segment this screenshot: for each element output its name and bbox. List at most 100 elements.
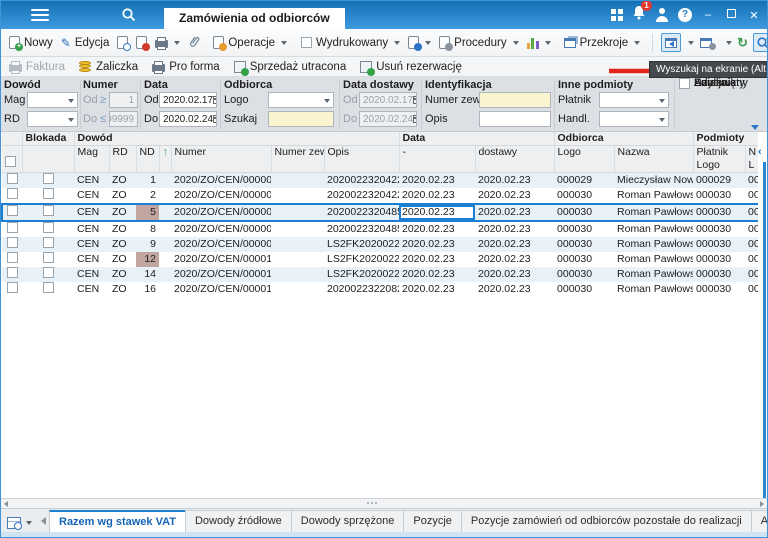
logo-cell[interactable]: 000029: [554, 172, 614, 188]
odbiorca-szukaj-input[interactable]: [268, 111, 334, 127]
row-checkbox[interactable]: [7, 205, 18, 216]
chevron-down-icon[interactable]: [688, 41, 694, 45]
numer-cell[interactable]: 2020/ZO/CEN/000014: [171, 267, 271, 282]
dostawy-cell[interactable]: 2020.02.23: [475, 188, 554, 204]
blokada-cell[interactable]: [22, 282, 74, 297]
platnik-logo-cell[interactable]: 000030: [693, 252, 745, 267]
rd-cell[interactable]: ZO: [109, 252, 136, 267]
numer-zew-cell[interactable]: [271, 267, 324, 282]
numer-cell[interactable]: 2020/ZO/CEN/000002: [171, 188, 271, 204]
rd-cell[interactable]: ZO: [109, 267, 136, 282]
nazwa-cell[interactable]: Roman Pawłowski: [614, 252, 693, 267]
scroll-right-icon[interactable]: [760, 501, 764, 507]
mag-cell[interactable]: CEN: [74, 282, 109, 297]
blokada-checkbox[interactable]: [43, 267, 54, 278]
calendar-icon[interactable]: [213, 115, 217, 123]
numer-zew-cell[interactable]: [271, 172, 324, 188]
horizontal-scrollbar[interactable]: [1, 498, 767, 508]
col-platnik[interactable]: Płatnik Logo: [693, 145, 745, 172]
nazwa-cell[interactable]: Roman Pawłowski: [614, 188, 693, 204]
help-icon[interactable]: ?: [678, 8, 692, 22]
row-select-cell[interactable]: [2, 267, 22, 282]
faktura-button[interactable]: Faktura: [7, 60, 67, 74]
sprzedaz-utracona-button[interactable]: Sprzedaż utracona: [232, 60, 349, 74]
opis-cell[interactable]: 20200223204227/: [324, 188, 399, 204]
numer-zew-input[interactable]: [479, 92, 551, 108]
numer-zew-cell[interactable]: [271, 252, 324, 267]
nd-cell[interactable]: 16: [136, 282, 159, 297]
maximize-button[interactable]: [724, 9, 738, 21]
table-row[interactable]: CEN ZO 9 2020/ZO/CEN/000009 LS2FK2020022…: [2, 237, 761, 252]
col-data[interactable]: -: [399, 145, 475, 172]
nd-cell[interactable]: 14: [136, 267, 159, 282]
numer-zew-cell[interactable]: [271, 188, 324, 204]
notifications-bell-icon[interactable]: 1: [632, 5, 646, 25]
printed-checkbox[interactable]: [301, 37, 312, 48]
logo-cell[interactable]: 000030: [554, 204, 614, 221]
col-numer-zew[interactable]: Numer zew.: [271, 145, 324, 172]
data-od-input[interactable]: 2020.02.17: [159, 92, 217, 108]
refresh-icon[interactable]: ↻: [737, 35, 748, 51]
nazwa-cell[interactable]: Roman Pawłowski: [614, 204, 693, 221]
col-dostawy[interactable]: dostawy: [475, 145, 554, 172]
platnik-logo-cell[interactable]: 000030: [693, 221, 745, 237]
bottom-tab[interactable]: Dowody sprzężone: [291, 510, 405, 532]
row-select-cell[interactable]: [2, 172, 22, 188]
logo-cell[interactable]: 000030: [554, 282, 614, 297]
mag-cell[interactable]: CEN: [74, 204, 109, 221]
numer-od-input[interactable]: 1: [109, 92, 138, 108]
table-row[interactable]: CEN ZO 8 2020/ZO/CEN/000008 202002232048…: [2, 221, 761, 237]
platnik-logo-cell[interactable]: 000030: [693, 188, 745, 204]
proforma-button[interactable]: Pro forma: [150, 60, 222, 74]
mag-cell[interactable]: CEN: [74, 188, 109, 204]
header-group-podmioty[interactable]: Podmioty: [693, 132, 761, 145]
col-opis[interactable]: Opis: [324, 145, 399, 172]
dostawy-cell[interactable]: 2020.02.23: [475, 252, 554, 267]
blokada-cell[interactable]: [22, 172, 74, 188]
numer-cell[interactable]: 2020/ZO/CEN/000008: [171, 221, 271, 237]
table-row[interactable]: CEN ZO 1 2020/ZO/CEN/000001 202002232042…: [2, 172, 761, 188]
nd-cell[interactable]: 2: [136, 188, 159, 204]
col-rd[interactable]: RD: [109, 145, 136, 172]
scrollbar-grip[interactable]: [367, 502, 377, 504]
row-checkbox[interactable]: [7, 188, 18, 199]
row-select-cell[interactable]: [2, 252, 22, 267]
dostawy-od-input[interactable]: 2020.02.17: [359, 92, 417, 108]
blokada-checkbox[interactable]: [43, 282, 54, 293]
bottom-tab[interactable]: Dowody źródłowe: [185, 510, 292, 532]
mag-cell[interactable]: CEN: [74, 267, 109, 282]
dostawy-cell[interactable]: 2020.02.23: [475, 267, 554, 282]
preview-button[interactable]: [113, 33, 132, 52]
header-group-data[interactable]: Data: [399, 132, 554, 145]
opis-input[interactable]: [479, 111, 551, 127]
numer-cell[interactable]: 2020/ZO/CEN/000012: [171, 252, 271, 267]
row-select-cell[interactable]: [2, 237, 22, 252]
rd-cell[interactable]: ZO: [109, 172, 136, 188]
numer-do-input[interactable]: 99999: [109, 111, 138, 127]
logo-cell[interactable]: 000030: [554, 237, 614, 252]
operations-dropdown[interactable]: Operacje: [209, 33, 291, 52]
select-all-checkbox[interactable]: [5, 156, 16, 167]
expand-filters-chevron-icon[interactable]: [751, 125, 759, 130]
data-cell[interactable]: 2020.02.23: [399, 188, 475, 204]
col-nazwa[interactable]: Nazwa: [614, 145, 693, 172]
data-cell[interactable]: 2020.02.23: [399, 237, 475, 252]
numer-cell[interactable]: 2020/ZO/CEN/000001: [171, 172, 271, 188]
logo-cell[interactable]: 000030: [554, 221, 614, 237]
table-row[interactable]: CEN ZO 2 2020/ZO/CEN/000002 202002232042…: [2, 188, 761, 204]
sections-dropdown[interactable]: Przekroje: [560, 34, 645, 52]
blokada-checkbox[interactable]: [43, 205, 54, 216]
rd-cell[interactable]: ZO: [109, 221, 136, 237]
nazwa-cell[interactable]: Mieczysław Nowako: [614, 172, 693, 188]
new-button[interactable]: + Nowy: [5, 33, 57, 52]
col-nd[interactable]: ND: [136, 145, 159, 172]
row-checkbox[interactable]: [7, 267, 18, 278]
bottom-tab[interactable]: Aktualna realizacja: [751, 510, 767, 532]
opis-cell[interactable]: 20200223204859/: [324, 204, 399, 221]
table-row[interactable]: CEN ZO 14 2020/ZO/CEN/000014 LS2FK202002…: [2, 267, 761, 282]
procedures-dropdown[interactable]: Procedury: [435, 33, 522, 52]
opis-cell[interactable]: LS2FK2020022321: [324, 252, 399, 267]
data-cell[interactable]: 2020.02.23: [399, 172, 475, 188]
row-select-cell[interactable]: [2, 221, 22, 237]
chevron-down-icon[interactable]: [726, 41, 732, 45]
